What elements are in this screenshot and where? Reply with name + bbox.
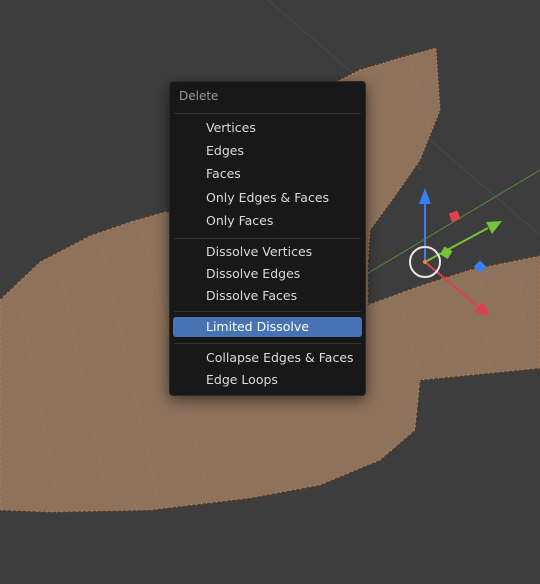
delete-menu: Delete Vertices Edges Faces Only Edges &…: [169, 81, 366, 396]
menu-item-dissolve-vertices[interactable]: Dissolve Vertices: [173, 242, 362, 262]
menu-item-label: Edge Loops: [206, 372, 278, 387]
menu-item-label: Faces: [206, 166, 241, 181]
menu-item-only-faces[interactable]: Only Faces: [173, 211, 362, 231]
menu-item-collapse-edges-faces[interactable]: Collapse Edges & Faces: [173, 348, 362, 368]
menu-item-edge-loops[interactable]: Edge Loops: [173, 370, 362, 390]
menu-item-label: Only Edges & Faces: [206, 190, 330, 205]
menu-item-label: Edges: [206, 143, 244, 158]
menu-item-only-edges-faces[interactable]: Only Edges & Faces: [173, 188, 362, 208]
menu-separator: [174, 343, 361, 344]
menu-item-label: Dissolve Faces: [206, 288, 298, 303]
menu-item-label: Dissolve Vertices: [206, 244, 313, 259]
pivot-center-dot: [423, 260, 427, 264]
menu-item-label: Dissolve Edges: [206, 266, 301, 281]
menu-item-edges[interactable]: Edges: [173, 141, 362, 161]
menu-item-faces[interactable]: Faces: [173, 164, 362, 184]
menu-separator: [174, 238, 361, 239]
menu-item-dissolve-edges[interactable]: Dissolve Edges: [173, 264, 362, 284]
menu-separator: [174, 113, 361, 114]
menu-item-label: Limited Dissolve: [206, 319, 309, 334]
menu-item-label: Vertices: [206, 120, 256, 135]
menu-title: Delete: [179, 89, 219, 103]
menu-item-vertices[interactable]: Vertices: [173, 118, 362, 138]
menu-item-limited-dissolve[interactable]: Limited Dissolve: [173, 317, 362, 337]
menu-item-label: Collapse Edges & Faces: [206, 350, 354, 365]
menu-item-dissolve-faces[interactable]: Dissolve Faces: [173, 286, 362, 306]
menu-separator: [174, 311, 361, 312]
menu-item-label: Only Faces: [206, 213, 274, 228]
